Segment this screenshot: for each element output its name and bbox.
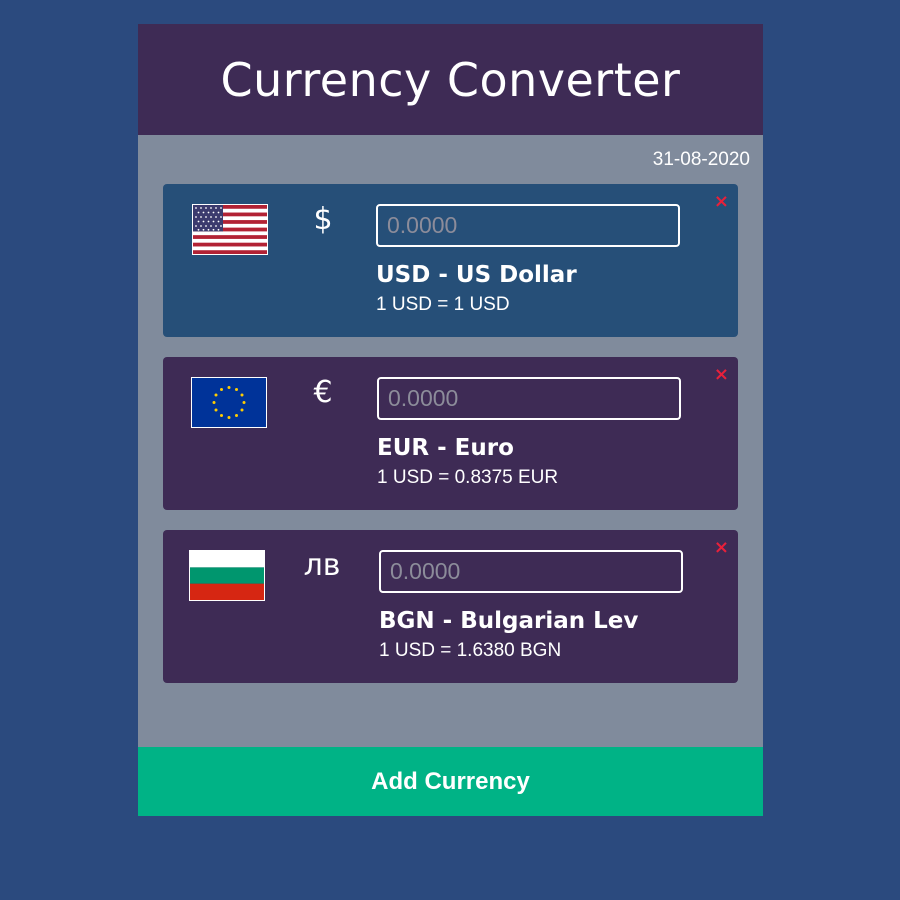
currency-symbol: € (313, 375, 333, 410)
amount-input[interactable] (379, 550, 683, 593)
currency-converter-app: Currency Converter 31-08-2020 $ 0.0000 U… (138, 24, 763, 816)
remove-currency-button[interactable]: × (714, 537, 729, 558)
currency-symbol: лв (303, 548, 341, 583)
currency-symbol: $ (313, 202, 333, 237)
eu-flag-icon (191, 377, 267, 428)
app-header: Currency Converter (138, 24, 763, 135)
currency-name: USD - US Dollar (376, 262, 577, 288)
rates-date: 31-08-2020 (652, 149, 750, 170)
exchange-rate: 1 USD = 0.8375 EUR (377, 467, 559, 488)
remove-currency-button[interactable]: × (714, 364, 729, 385)
app-title: Currency Converter (220, 52, 681, 107)
remove-currency-button[interactable]: × (714, 191, 729, 212)
amount-input[interactable] (376, 204, 680, 247)
us-flag-icon (192, 204, 268, 255)
currency-card-eur: € EUR - Euro 1 USD = 0.8375 EUR × (163, 357, 738, 510)
exchange-rate: 1 USD = 1.6380 BGN (379, 640, 562, 661)
currency-card-usd: $ USD - US Dollar 1 USD = 1 USD × (163, 184, 738, 337)
exchange-rate: 1 USD = 1 USD (376, 294, 510, 315)
amount-input[interactable] (377, 377, 681, 420)
add-currency-button[interactable]: Add Currency (138, 747, 763, 816)
currency-card-bgn: лв BGN - Bulgarian Lev 1 USD = 1.6380 BG… (163, 530, 738, 683)
currency-name: BGN - Bulgarian Lev (379, 608, 639, 634)
bg-flag-icon (189, 550, 265, 601)
currency-name: EUR - Euro (377, 435, 514, 461)
